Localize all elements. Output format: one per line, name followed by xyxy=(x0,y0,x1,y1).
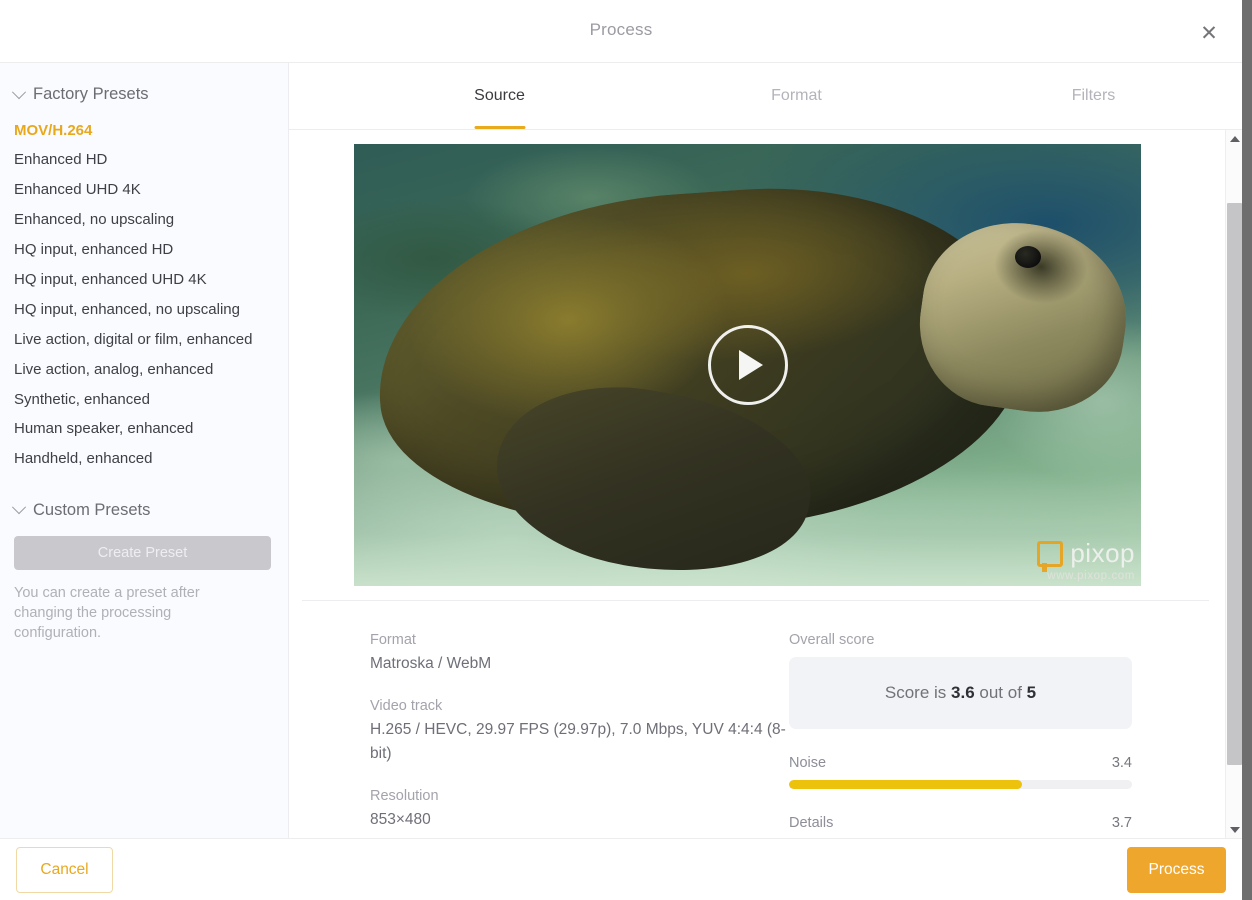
sidebar-item-preset[interactable]: Enhanced UHD 4K xyxy=(14,176,274,206)
page-title: Process xyxy=(0,20,1242,40)
sidebar-item-preset[interactable]: MOV/H.264 xyxy=(14,116,274,146)
info-value: 853×480 xyxy=(370,808,790,832)
metric-value: 3.7 xyxy=(1112,815,1132,831)
metric-value: 3.4 xyxy=(1112,755,1132,771)
factory-presets-group-header[interactable]: Factory Presets xyxy=(14,85,274,104)
sidebar-item-preset[interactable]: HQ input, enhanced, no upscaling xyxy=(14,295,274,325)
quality-score-column: Overall score Score is 3.6 out of 5 Nois… xyxy=(789,632,1132,838)
source-scroll-area: pixop www.pixop.com Format Matroska / We… xyxy=(289,130,1242,838)
cancel-button[interactable]: Cancel xyxy=(16,847,113,893)
info-value: H.265 / HEVC, 29.97 FPS (29.97p), 7.0 Mb… xyxy=(370,718,790,766)
pixop-watermark: pixop www.pixop.com xyxy=(1037,538,1135,582)
vertical-scrollbar[interactable] xyxy=(1225,130,1242,838)
modal-body: Factory Presets MOV/H.264 Enhanced HD En… xyxy=(0,63,1242,838)
section-divider xyxy=(302,600,1209,601)
factory-presets-list: MOV/H.264 Enhanced HD Enhanced UHD 4K En… xyxy=(14,116,274,475)
custom-presets-group-header[interactable]: Custom Presets xyxy=(14,501,274,520)
source-info-column: Format Matroska / WebM Video track H.265… xyxy=(370,632,790,838)
turtle-eye xyxy=(1015,246,1041,268)
score-prefix: Score is xyxy=(885,683,946,703)
chevron-down-icon xyxy=(12,85,26,99)
score-middle: out of xyxy=(979,683,1022,703)
video-preview[interactable]: pixop www.pixop.com xyxy=(354,144,1141,586)
info-block-format: Format Matroska / WebM xyxy=(370,632,790,676)
watermark-url: www.pixop.com xyxy=(1037,570,1135,582)
overall-score-label: Overall score xyxy=(789,632,1132,648)
sidebar-item-preset[interactable]: Live action, digital or film, enhanced xyxy=(14,325,274,355)
process-button[interactable]: Process xyxy=(1127,847,1226,893)
metric-bar-fill xyxy=(789,780,1022,789)
sidebar-item-preset[interactable]: HQ input, enhanced HD xyxy=(14,236,274,266)
modal-titlebar: Process ✕ xyxy=(0,0,1242,63)
main-panel: Source Format Filters xyxy=(289,63,1242,838)
tab-format[interactable]: Format xyxy=(648,63,945,129)
create-preset-hint: You can create a preset after changing t… xyxy=(14,583,254,643)
info-label: Format xyxy=(370,632,790,648)
chevron-up-icon[interactable] xyxy=(1226,130,1243,147)
page-backdrop xyxy=(1242,0,1252,900)
watermark-name: pixop xyxy=(1070,538,1135,569)
tab-filters[interactable]: Filters xyxy=(945,63,1242,129)
metric-noise: Noise 3.4 xyxy=(789,755,1132,789)
info-block-video-track: Video track H.265 / HEVC, 29.97 FPS (29.… xyxy=(370,698,790,766)
metric-bar-track xyxy=(789,780,1132,789)
info-block-resolution: Resolution 853×480 xyxy=(370,788,790,832)
play-icon[interactable] xyxy=(708,325,788,405)
overall-score-box: Score is 3.6 out of 5 xyxy=(789,657,1132,729)
modal-footer: Cancel Process xyxy=(0,838,1242,900)
create-preset-button[interactable]: Create Preset xyxy=(14,536,271,570)
presets-sidebar: Factory Presets MOV/H.264 Enhanced HD En… xyxy=(0,63,289,838)
sidebar-item-preset[interactable]: Enhanced, no upscaling xyxy=(14,206,274,236)
sidebar-item-preset[interactable]: Synthetic, enhanced xyxy=(14,385,274,415)
sidebar-item-preset[interactable]: HQ input, enhanced UHD 4K xyxy=(14,265,274,295)
process-modal: Process ✕ Factory Presets MOV/H.264 Enha… xyxy=(0,0,1242,900)
play-triangle xyxy=(739,350,763,380)
sidebar-item-preset[interactable]: Human speaker, enhanced xyxy=(14,415,274,445)
tab-bar: Source Format Filters xyxy=(289,63,1242,130)
close-icon[interactable]: ✕ xyxy=(1194,18,1224,48)
metric-label: Details xyxy=(789,815,833,831)
sidebar-item-preset[interactable]: Live action, analog, enhanced xyxy=(14,355,274,385)
score-max: 5 xyxy=(1027,683,1036,703)
info-value: Matroska / WebM xyxy=(370,652,790,676)
score-value: 3.6 xyxy=(951,683,975,703)
pixop-logo-icon xyxy=(1037,541,1063,567)
chevron-down-icon[interactable] xyxy=(1226,821,1243,838)
info-label: Video track xyxy=(370,698,790,714)
metric-label: Noise xyxy=(789,755,826,771)
info-label: Resolution xyxy=(370,788,790,804)
custom-presets-label: Custom Presets xyxy=(33,501,150,520)
scrollbar-thumb[interactable] xyxy=(1227,203,1242,765)
factory-presets-label: Factory Presets xyxy=(33,85,149,104)
sidebar-item-preset[interactable]: Enhanced HD xyxy=(14,146,274,176)
metric-details: Details 3.7 xyxy=(789,815,1132,838)
tab-source[interactable]: Source xyxy=(351,63,648,129)
sidebar-item-preset[interactable]: Handheld, enhanced xyxy=(14,445,274,475)
chevron-down-icon xyxy=(12,500,26,514)
